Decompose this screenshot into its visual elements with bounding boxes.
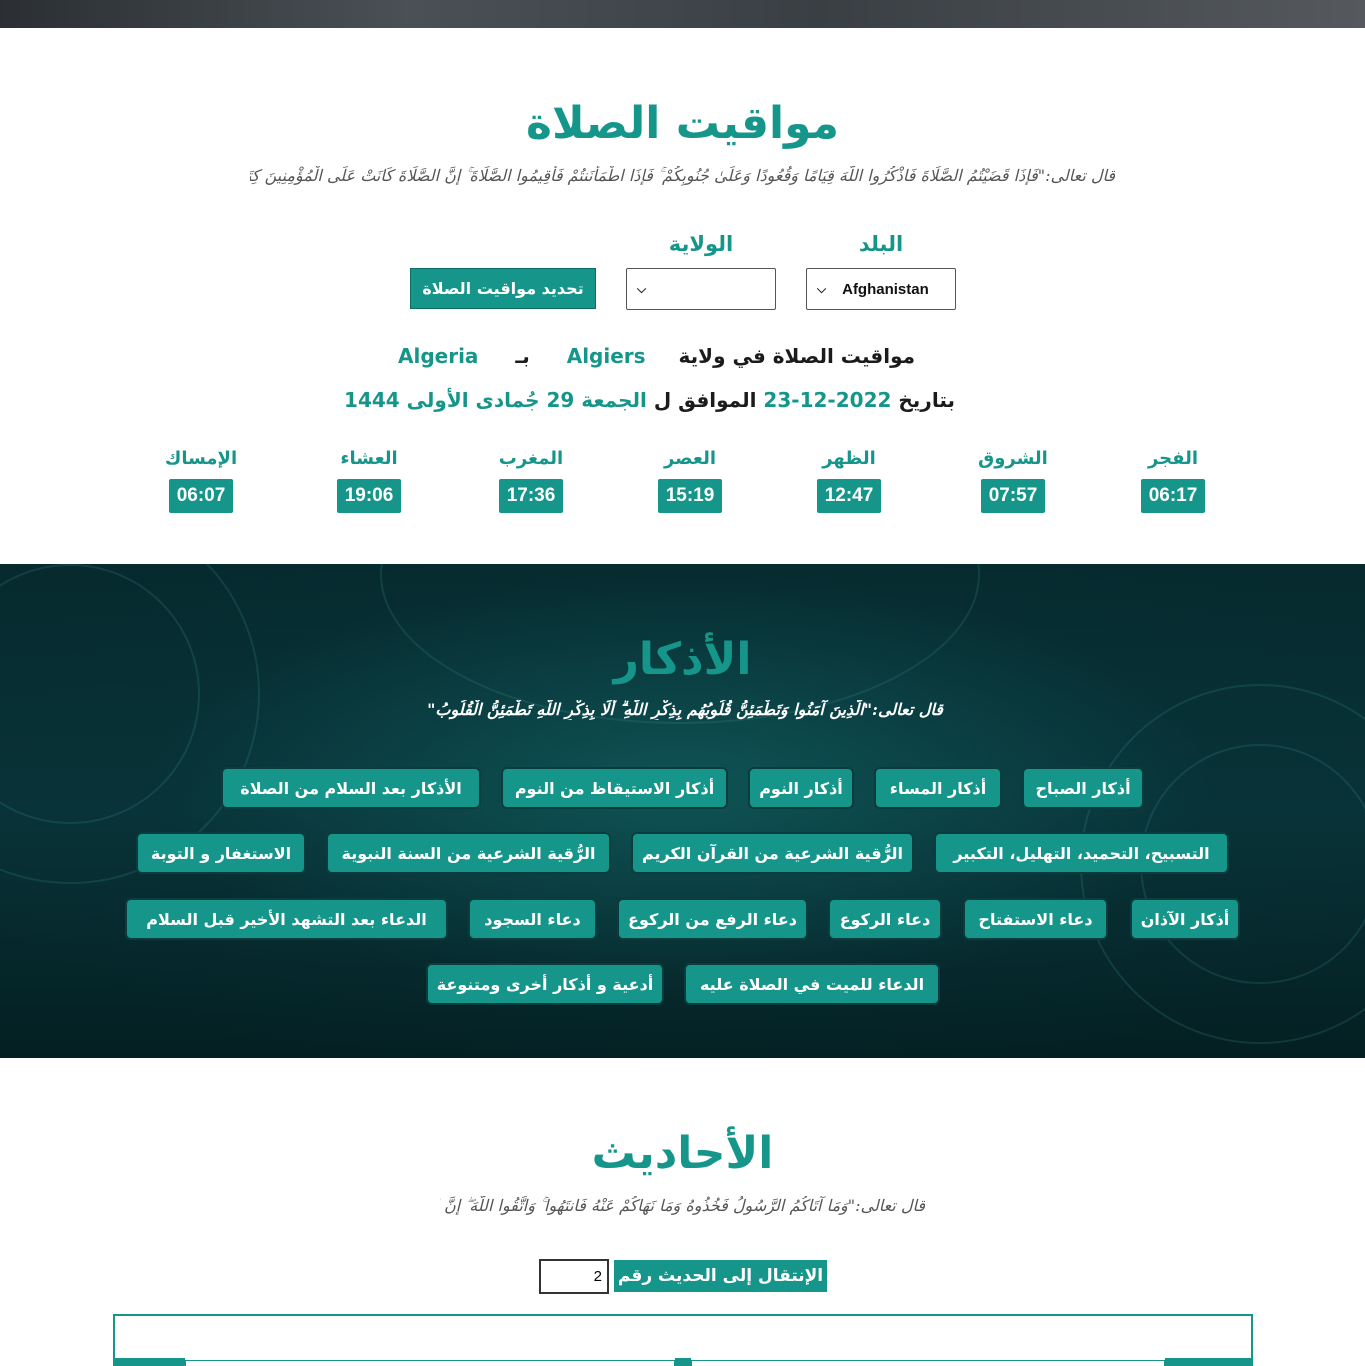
location-city: Algiers: [566, 344, 646, 368]
gregorian-date: 2022-12-23: [763, 388, 892, 412]
chevron-down-icon: ⌵: [637, 281, 647, 296]
prayer-time-value: 19:06: [336, 479, 402, 513]
prayer-time-maghrib: المغرب 17:36: [476, 448, 586, 513]
prayer-name: الظهر: [822, 448, 876, 469]
prayer-times-section: مواقيت الصلاة قال تعالى:"فَإِذَا قَضَيْت…: [0, 28, 1365, 564]
prayer-time-sunrise: الشروق 07:57: [958, 448, 1068, 513]
adhkar-button-evening[interactable]: أذكار المساء: [874, 767, 1002, 809]
adhkar-section-title: الأذكار: [613, 634, 752, 685]
adhkar-button-sleep[interactable]: أذكار النوم: [748, 767, 854, 809]
hadith-section-title: الأحاديث: [591, 1128, 774, 1179]
prayer-name: العصر: [663, 448, 717, 469]
prayer-name: الفجر: [1147, 448, 1199, 469]
hadith-section: الأحاديث قال تعالى:"وَمَا آتَاكُمُ الرَّ…: [0, 1058, 1365, 1366]
hadith-content-box: [113, 1314, 1253, 1366]
adhkar-button-ruku[interactable]: دعاء الركوع: [828, 898, 942, 940]
prayer-time-isha: العشاء 19:06: [314, 448, 424, 513]
adhkar-button-adhan[interactable]: أذكار الآذان: [1130, 898, 1240, 940]
prayer-section-title: مواقيت الصلاة: [526, 98, 839, 149]
update-prayer-times-button[interactable]: تحديد مواقيت الصلاة: [410, 268, 596, 309]
prayer-time-fajr: الفجر 06:17: [1118, 448, 1228, 513]
adhkar-button-tashahhud[interactable]: الدعاء بعد التشهد الأخير قبل السلام: [125, 898, 448, 940]
state-label: الولاية: [668, 232, 734, 256]
location-sep: بـ: [515, 344, 530, 368]
adhkar-button-waking[interactable]: أذكار الاستيقاظ من النوم: [501, 767, 728, 809]
header-image-strip: [0, 0, 1365, 28]
adhkar-button-morning[interactable]: أذكار الصباح: [1022, 767, 1144, 809]
location-prefix: مواقيت الصلاة في ولاية: [678, 344, 915, 368]
chevron-down-icon: ⌵: [817, 281, 827, 296]
prayer-time-imsak: الإمساك 06:07: [146, 448, 256, 513]
prayer-verse: قال تعالى:"فَإِذَا قَضَيْتُمُ الصَّلَاةَ…: [250, 166, 1115, 185]
prayer-name: الإمساك: [164, 448, 238, 469]
prayer-name: المغرب: [498, 448, 564, 469]
goto-hadith-input[interactable]: [539, 1259, 609, 1294]
location-line: مواقيت الصلاة في ولاية Algiers بـ Algeri…: [398, 344, 915, 368]
adhkar-verse: قال تعالى:"الَّذِينَ آمَنُوا وَتَطْمَئِن…: [427, 700, 943, 719]
date-prefix: بتاريخ: [898, 388, 955, 412]
country-select[interactable]: ⌵ Afghanistan: [806, 268, 956, 310]
prayer-time-value: 07:57: [980, 479, 1046, 513]
next-hadith-button[interactable]: [1165, 1358, 1251, 1366]
date-mid: الموافق ل: [653, 388, 757, 412]
prayer-name: الشروق: [978, 448, 1048, 469]
adhkar-button-sujud[interactable]: دعاء السجود: [468, 898, 597, 940]
adhkar-button-after-prayer[interactable]: الأذكار بعد السلام من الصلاة: [221, 767, 481, 809]
adhkar-button-istiftah[interactable]: دعاء الاستفتاح: [963, 898, 1108, 940]
prayer-time-value: 15:19: [657, 479, 723, 513]
country-label: البلد: [858, 232, 904, 256]
prayer-time-value: 06:17: [1140, 479, 1206, 513]
hadith-pager-divider: [675, 1358, 691, 1366]
prev-hadith-button[interactable]: [115, 1358, 185, 1366]
prayer-time-dhuhr: الظهر 12:47: [794, 448, 904, 513]
hadith-pager-track: [185, 1360, 675, 1366]
prayer-time-asr: العصر 15:19: [635, 448, 745, 513]
prayer-name: العشاء: [340, 448, 398, 469]
adhkar-button-ruqyah-sunnah[interactable]: الرُّقية الشرعية من السنة النبوية: [326, 832, 611, 874]
hadith-pager-track: [691, 1360, 1165, 1366]
hijri-date: الجمعة 29 جُمادى الأولى 1444: [344, 388, 647, 412]
adhkar-button-other[interactable]: أدعية و أذكار أخرى ومتنوعة: [426, 963, 664, 1005]
adhkar-button-tasbih[interactable]: التسبيح، التحميد، التهليل، التكبير: [934, 832, 1229, 874]
adhkar-button-ruqyah-quran[interactable]: الرُّقية الشرعية من القرآن الكريم: [631, 832, 914, 874]
country-select-value: Afghanistan: [842, 280, 929, 298]
location-country: Algeria: [397, 344, 479, 368]
adhkar-button-rising-ruku[interactable]: دعاء الرفع من الركوع: [617, 898, 808, 940]
adhkar-section: الأذكار قال تعالى:"الَّذِينَ آمَنُوا وَت…: [0, 564, 1365, 1058]
goto-hadith-label: الإنتقال إلى الحديث رقم: [614, 1260, 827, 1292]
hadith-verse: قال تعالى:"وَمَا آتَاكُمُ الرَّسُولُ فَخ…: [440, 1196, 925, 1215]
date-line: بتاريخ 2022-12-23 الموافق ل الجمعة 29 جُ…: [344, 388, 955, 412]
adhkar-button-istighfar[interactable]: الاستغفار و التوبة: [136, 832, 306, 874]
state-select[interactable]: ⌵: [626, 268, 776, 310]
adhkar-button-funeral[interactable]: الدعاء للميت في الصلاة عليه: [684, 963, 940, 1005]
prayer-time-value: 17:36: [498, 479, 564, 513]
prayer-time-value: 06:07: [168, 479, 234, 513]
prayer-time-value: 12:47: [816, 479, 882, 513]
